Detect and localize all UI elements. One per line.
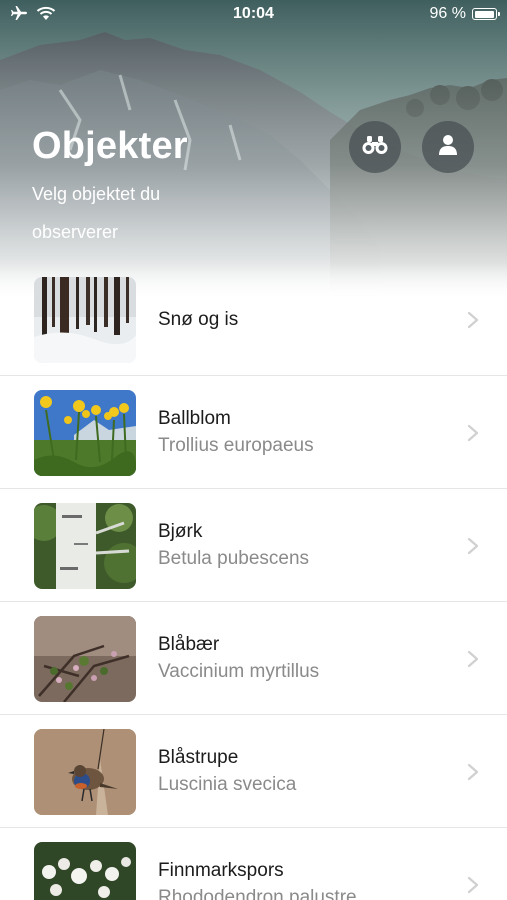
item-name: Blåbær	[158, 633, 220, 655]
chevron-right-icon	[467, 537, 479, 554]
person-icon	[438, 134, 458, 161]
globeflower-thumbnail	[34, 390, 136, 476]
observe-button[interactable]	[349, 121, 401, 173]
list-item-blabaer[interactable]: Blåbær Vaccinium myrtillus	[0, 602, 507, 715]
item-name: Bjørk	[158, 520, 203, 542]
birch-thumbnail	[34, 503, 136, 589]
item-text: Ballblom Trollius europaeus	[158, 376, 314, 489]
battery-icon	[472, 8, 500, 20]
item-latin-name: Vaccinium myrtillus	[158, 660, 320, 682]
app-screen: 10:04 96 % Objekter Velg objektet du obs…	[0, 0, 507, 900]
item-text: Bjørk Betula pubescens	[158, 489, 309, 602]
snow-forest-thumbnail	[34, 277, 136, 363]
item-name: Snø og is	[158, 308, 239, 330]
page-title: Objekter	[32, 125, 188, 167]
list-item-sno-og-is[interactable]: Snø og is	[0, 263, 507, 376]
chevron-right-icon	[467, 650, 479, 667]
item-name: Finnmarkspors	[158, 859, 284, 881]
item-text: Finnmarkspors Rhododendron palustre	[158, 828, 357, 900]
blueberry-thumbnail	[34, 616, 136, 702]
item-text: Blåstrupe Luscinia svecica	[158, 715, 296, 828]
profile-button[interactable]	[422, 121, 474, 173]
list-item-blastrupe[interactable]: Blåstrupe Luscinia svecica	[0, 715, 507, 828]
item-text: Snø og is	[158, 263, 238, 376]
status-bar: 10:04 96 %	[0, 0, 507, 30]
object-list: Snø og is Ballblom Trollius europaeus Bj…	[0, 263, 507, 900]
battery-level-fill	[474, 10, 494, 18]
list-item-bjork[interactable]: Bjørk Betula pubescens	[0, 489, 507, 602]
status-right: 96 %	[429, 5, 500, 23]
item-latin-name: Luscinia svecica	[158, 773, 297, 795]
page-subtitle: Velg objektet du observerer	[32, 184, 161, 242]
chevron-right-icon	[467, 424, 479, 441]
item-name: Ballblom	[158, 407, 231, 429]
chevron-right-icon	[467, 876, 479, 893]
list-item-ballblom[interactable]: Ballblom Trollius europaeus	[0, 376, 507, 489]
chevron-right-icon	[467, 763, 479, 780]
item-latin-name: Trollius europaeus	[158, 434, 314, 456]
item-latin-name: Betula pubescens	[158, 547, 310, 569]
item-text: Blåbær Vaccinium myrtillus	[158, 602, 319, 715]
list-item-finnmarkspors[interactable]: Finnmarkspors Rhododendron palustre	[0, 828, 507, 900]
item-name: Blåstrupe	[158, 746, 239, 768]
bluethroat-thumbnail	[34, 729, 136, 815]
chevron-right-icon	[467, 311, 479, 328]
binoculars-icon	[361, 134, 389, 161]
battery-percent: 96 %	[429, 5, 466, 22]
item-latin-name: Rhododendron palustre	[158, 886, 357, 900]
marsh-labrador-tea-thumbnail	[34, 842, 136, 900]
